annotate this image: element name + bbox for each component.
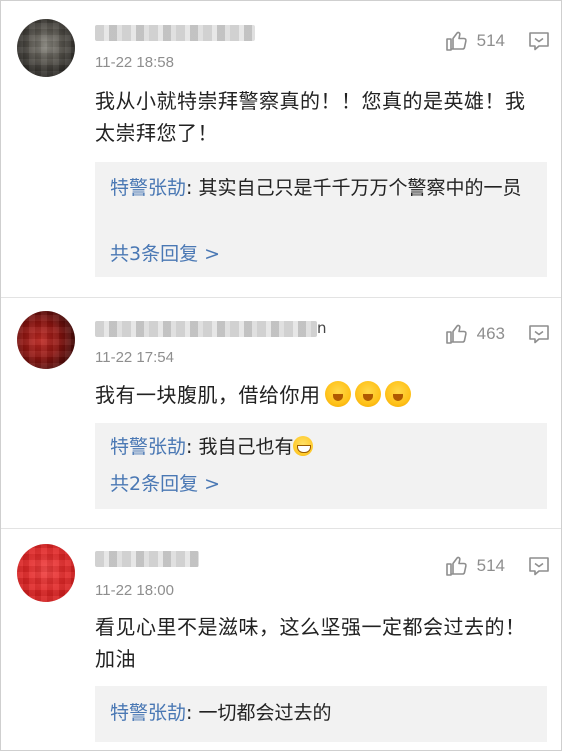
comment-text: 看见心里不是滋味，这么坚强一定都会过去的！加油 (95, 615, 526, 671)
like-count: 514 (476, 31, 505, 50)
comment-bubble-icon[interactable] (527, 554, 551, 578)
reply-box[interactable]: 特警张劼: 一切都会过去的 (95, 686, 547, 742)
comment-bubble-icon[interactable] (527, 29, 551, 53)
like-button[interactable]: 463 (445, 322, 505, 346)
comment-time: 11-22 17:54 (95, 349, 174, 366)
comment-list: 11-22 18:58 514 我从小就特崇拜警察真的！！您真的是英雄！我太崇拜… (0, 0, 562, 751)
reply-content: 特警张劼: 其实自己只是千千万万个警察中的一员 (110, 172, 535, 204)
comment-text: 我有一块腹肌，借给你用 (95, 383, 321, 407)
reply-author-link[interactable]: 特警张劼 (110, 436, 186, 458)
more-replies-link[interactable]: 共3条回复 > (110, 239, 220, 266)
like-button[interactable]: 514 (445, 29, 505, 53)
reply-box[interactable]: 特警张劼: 其实自己只是千千万万个警察中的一员 共3条回复 > (95, 162, 547, 277)
avatar[interactable] (17, 19, 75, 77)
reply-box[interactable]: 特警张劼: 我自己也有 共2条回复 > (95, 423, 547, 509)
grinning-emoji-icon (293, 436, 314, 456)
comment-time: 11-22 18:58 (95, 54, 174, 71)
avatar[interactable] (17, 544, 75, 602)
thumbs-up-icon (445, 554, 469, 578)
like-button[interactable]: 514 (445, 554, 505, 578)
laughing-emoji-icon (384, 381, 411, 407)
reply-author-link[interactable]: 特警张劼 (110, 177, 186, 199)
more-replies-link[interactable]: 共2条回复 > (110, 469, 220, 496)
thumbs-up-icon (445, 322, 469, 346)
reply-text: : 我自己也有 (186, 436, 294, 458)
thumbs-up-icon (445, 29, 469, 53)
username-blurred[interactable] (95, 25, 255, 41)
comment-item: 11-22 18:58 514 我从小就特崇拜警察真的！！您真的是英雄！我太崇拜… (1, 1, 561, 297)
username-tail: n (317, 319, 327, 337)
comment-text: 我从小就特崇拜警察真的！！您真的是英雄！我太崇拜您了！ (95, 89, 526, 145)
reply-content: 特警张劼: 我自己也有 (110, 431, 535, 463)
comment-text-row: 我有一块腹肌，借给你用 (95, 379, 535, 411)
laughing-emoji-icon (324, 381, 351, 407)
like-count: 463 (476, 324, 505, 343)
avatar[interactable] (17, 311, 75, 369)
laughing-emoji-icon (354, 381, 381, 407)
comment-item: 11-22 18:00 514 看见心里不是滋味，这么坚强一定都会过去的！加油 … (1, 529, 561, 750)
reply-content: 特警张劼: 一切都会过去的 (110, 697, 535, 729)
reply-text: : 一切都会过去的 (186, 702, 332, 724)
comment-bubble-icon[interactable] (527, 322, 551, 346)
comment-time: 11-22 18:00 (95, 582, 174, 599)
username-blurred[interactable] (95, 321, 317, 337)
username-blurred[interactable] (95, 551, 199, 567)
reply-text: : 其实自己只是千千万万个警察中的一员 (186, 177, 522, 199)
like-count: 514 (476, 556, 505, 575)
reply-author-link[interactable]: 特警张劼 (110, 702, 186, 724)
comment-item: n 11-22 17:54 463 我有一块腹肌，借给你用 特警张劼: 我自己也… (1, 298, 561, 528)
